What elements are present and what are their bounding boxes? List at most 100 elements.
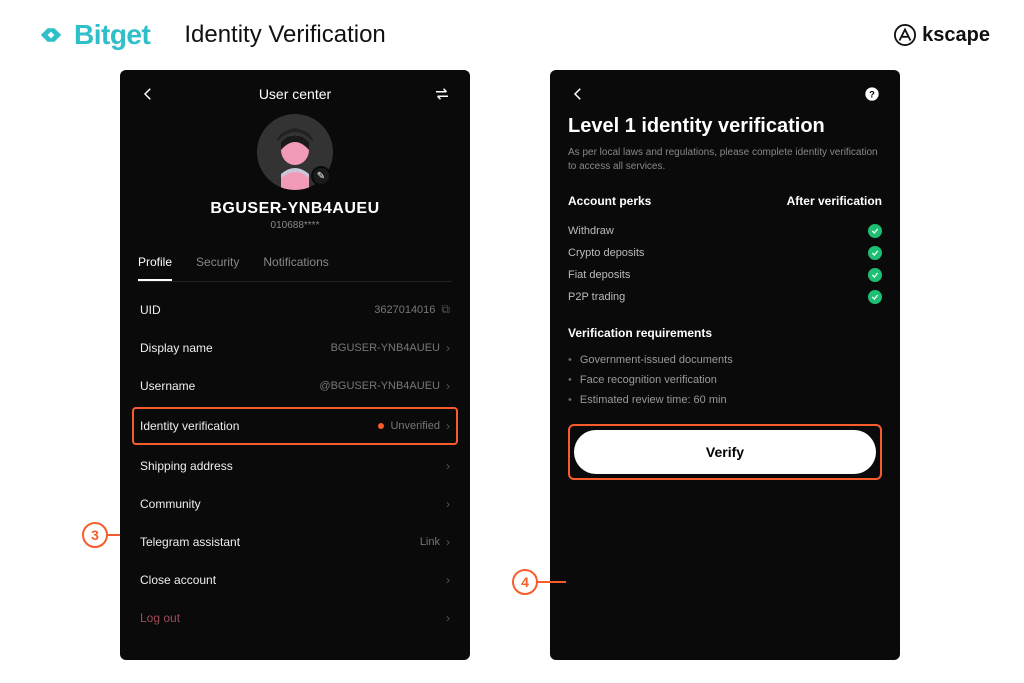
chevron-right-icon: › [446, 573, 450, 587]
row-label: Username [140, 379, 195, 393]
row-value: Unverified › [378, 419, 450, 433]
chevron-right-icon: › [446, 419, 450, 433]
row-value: › [446, 497, 450, 511]
profile-tabs: Profile Security Notifications [138, 245, 452, 282]
phone-title: User center [259, 86, 331, 102]
username-value: @BGUSER-YNB4AUEU [319, 380, 440, 392]
profile-username: BGUSER-YNB4AUEU [138, 200, 452, 218]
phones-container: User center ✎ BGUSER [0, 70, 1024, 660]
callout-step-3: 3 [82, 522, 108, 548]
row-close-account[interactable]: Close account › [138, 561, 452, 599]
row-display-name[interactable]: Display name BGUSER-YNB4AUEU › [138, 329, 452, 367]
bullet-icon: • [568, 394, 572, 406]
row-value: › [446, 573, 450, 587]
uid-value: 3627014016 [374, 304, 435, 316]
chevron-right-icon: › [446, 535, 450, 549]
row-value: @BGUSER-YNB4AUEU › [319, 379, 450, 393]
chevron-right-icon: › [446, 379, 450, 393]
perk-label: Crypto deposits [568, 247, 644, 259]
row-label: Community [140, 497, 201, 511]
row-label: Display name [140, 341, 213, 355]
perks-header: Account perks After verification [568, 194, 882, 208]
tab-security[interactable]: Security [196, 245, 239, 281]
identity-status: Unverified [390, 420, 440, 432]
tab-profile[interactable]: Profile [138, 245, 172, 281]
row-shipping-address[interactable]: Shipping address › [138, 447, 452, 485]
row-label: Identity verification [140, 419, 239, 433]
callout-line [108, 534, 120, 536]
row-value: › [446, 611, 450, 625]
check-icon [868, 246, 882, 260]
row-value: › [446, 459, 450, 473]
tab-notifications[interactable]: Notifications [263, 245, 328, 281]
verification-title: Level 1 identity verification [568, 114, 882, 138]
requirements-title: Verification requirements [568, 326, 882, 340]
kscape-logo-icon [894, 24, 916, 46]
profile-rows: UID 3627014016 ⧉ Display name BGUSER-YNB… [138, 290, 452, 637]
bitget-logo: Bitget [34, 18, 150, 52]
phone-header: User center [138, 84, 452, 104]
row-log-out[interactable]: Log out › [138, 599, 452, 637]
requirement-item: •Government-issued documents [568, 350, 882, 370]
avatar-edit-icon[interactable]: ✎ [311, 166, 331, 186]
avatar[interactable]: ✎ [257, 114, 333, 190]
perk-fiat-deposits: Fiat deposits [568, 264, 882, 286]
transfer-icon[interactable] [432, 84, 452, 104]
chevron-right-icon: › [446, 611, 450, 625]
check-icon [868, 290, 882, 304]
perks-header-left: Account perks [568, 194, 651, 208]
bullet-icon: • [568, 374, 572, 386]
row-value: Link › [420, 535, 450, 549]
requirement-item: • Face recognition verification [568, 370, 882, 390]
bitget-logo-icon [34, 18, 68, 52]
profile-userid: 010688**** [138, 220, 452, 231]
row-label: Close account [140, 573, 216, 587]
back-icon[interactable] [138, 84, 158, 104]
status-dot-icon [378, 423, 384, 429]
row-community[interactable]: Community › [138, 485, 452, 523]
perk-crypto-deposits: Crypto deposits [568, 242, 882, 264]
display-name-value: BGUSER-YNB4AUEU [331, 342, 440, 354]
chevron-right-icon: › [446, 341, 450, 355]
phone-header: ? [568, 84, 882, 104]
row-username[interactable]: Username @BGUSER-YNB4AUEU › [138, 367, 452, 405]
chevron-right-icon: › [446, 497, 450, 511]
row-label: Shipping address [140, 459, 233, 473]
bitget-logo-text: Bitget [74, 19, 150, 51]
page-title: Identity Verification [184, 21, 385, 49]
perk-label: Fiat deposits [568, 269, 630, 281]
phone-user-center: User center ✎ BGUSER [120, 70, 470, 660]
perk-label: P2P trading [568, 291, 625, 303]
row-value: 3627014016 ⧉ [374, 302, 450, 317]
back-icon[interactable] [568, 84, 588, 104]
row-identity-verification[interactable]: Identity verification Unverified › [132, 407, 458, 445]
svg-text:?: ? [869, 89, 875, 99]
row-uid[interactable]: UID 3627014016 ⧉ [138, 290, 452, 329]
perks-header-right: After verification [787, 194, 882, 208]
perk-p2p-trading: P2P trading [568, 286, 882, 308]
perk-label: Withdraw [568, 225, 614, 237]
requirement-text: Government-issued documents [580, 354, 733, 366]
requirement-text: Estimated review time: 60 min [580, 394, 727, 406]
row-value: BGUSER-YNB4AUEU › [331, 341, 450, 355]
callout-step-4: 4 [512, 569, 538, 595]
row-label: Log out [140, 611, 180, 625]
help-icon[interactable]: ? [862, 84, 882, 104]
requirement-item: • Estimated review time: 60 min [568, 390, 882, 410]
verify-button-highlight: Verify [568, 424, 882, 480]
row-label: UID [140, 303, 161, 317]
callout-line [538, 581, 566, 583]
chevron-right-icon: › [446, 459, 450, 473]
profile-section: ✎ BGUSER-YNB4AUEU 010688**** [138, 114, 452, 231]
kscape-logo: kscape [894, 24, 990, 47]
verification-subtitle: As per local laws and regulations, pleas… [568, 146, 882, 174]
check-icon [868, 268, 882, 282]
row-telegram-assistant[interactable]: Telegram assistant Link › [138, 523, 452, 561]
requirement-text: Face recognition verification [580, 374, 717, 386]
copy-icon[interactable]: ⧉ [441, 302, 450, 317]
doc-header: Bitget Identity Verification kscape [0, 0, 1024, 70]
verify-button[interactable]: Verify [574, 430, 876, 474]
check-icon [868, 224, 882, 238]
kscape-logo-text: kscape [922, 24, 990, 47]
row-label: Telegram assistant [140, 535, 240, 549]
